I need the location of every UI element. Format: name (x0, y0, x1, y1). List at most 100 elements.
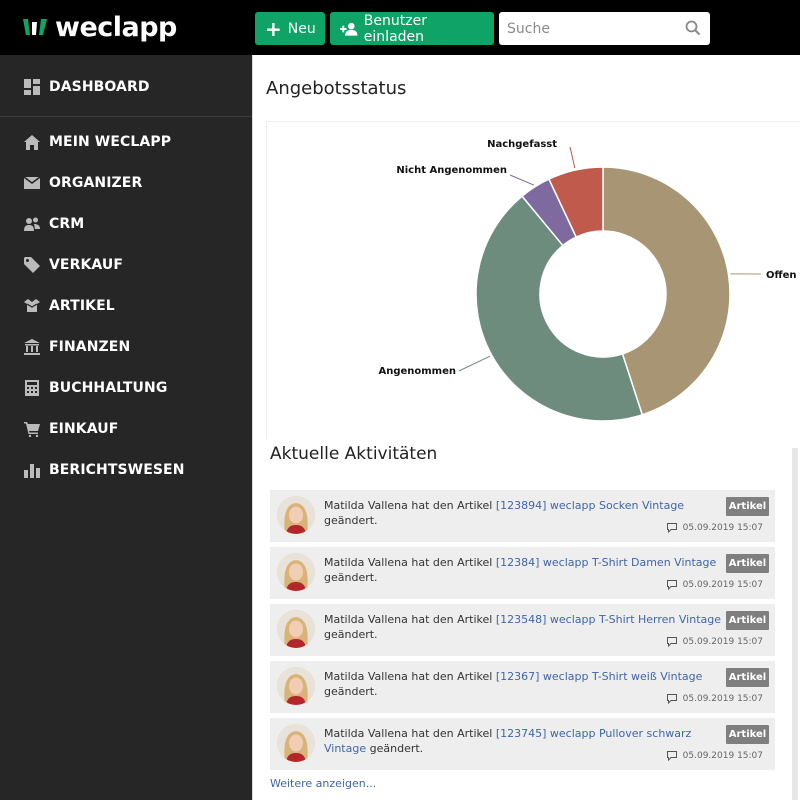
article-link[interactable]: [12384] weclapp T-Shirt Damen Vintage (496, 556, 716, 569)
avatar[interactable] (277, 553, 315, 591)
sidebar-item-label: BUCHHALTUNG (49, 380, 168, 396)
sidebar-border (252, 55, 253, 800)
new-button-label: Neu (287, 20, 316, 37)
activity-timestamp: 05.09.2019 15:07 (666, 523, 763, 533)
sidebar-item-crm[interactable]: CRM (0, 209, 252, 239)
comment-icon[interactable] (666, 523, 677, 533)
bar-chart-icon (24, 462, 40, 478)
avatar[interactable] (277, 724, 315, 762)
activity-prefix: Matilda Vallena hat den Artikel (324, 727, 496, 740)
activity-row: Matilda Vallena hat den Artikel [12367] … (270, 661, 775, 713)
comment-icon[interactable] (666, 751, 677, 761)
activity-type-badge: Artikel (726, 611, 769, 630)
cart-icon (24, 421, 40, 437)
activity-prefix: Matilda Vallena hat den Artikel (324, 670, 496, 683)
dashboard-icon (24, 79, 40, 95)
sidebar-item-label: ARTIKEL (49, 298, 115, 314)
sidebar-item-label: CRM (49, 216, 85, 232)
scrollbar-track[interactable] (792, 448, 798, 800)
sidebar-item-buchhaltung[interactable]: BUCHHALTUNG (0, 373, 252, 403)
show-more-link[interactable]: Weitere anzeigen... (270, 777, 376, 790)
box-icon (24, 298, 40, 314)
contacts-icon (24, 216, 40, 232)
activities-title: Aktuelle Aktivitäten (270, 444, 438, 464)
app-logo[interactable]: weclapp (22, 10, 177, 44)
activity-text: Matilda Vallena hat den Artikel [123894]… (324, 498, 724, 528)
slice-label: Offen (766, 270, 797, 281)
activity-suffix: geändert. (324, 628, 378, 641)
bank-icon (24, 339, 40, 355)
activity-text: Matilda Vallena hat den Artikel [123745]… (324, 726, 724, 756)
timestamp-text: 05.09.2019 15:07 (682, 751, 763, 761)
article-link[interactable]: [12367] weclapp T-Shirt weiß Vintage (496, 670, 703, 683)
activity-row: Matilda Vallena hat den Artikel [12384] … (270, 547, 775, 599)
search-box (499, 12, 710, 45)
activity-type-badge: Artikel (726, 668, 769, 687)
comment-icon[interactable] (666, 637, 677, 647)
sidebar-item-label: BERICHTSWESEN (49, 462, 185, 478)
home-icon (24, 134, 40, 150)
activity-suffix: geändert. (366, 742, 424, 755)
activity-timestamp: 05.09.2019 15:07 (666, 637, 763, 647)
activity-type-badge: Artikel (726, 554, 769, 573)
invite-button-label: Benutzer einladen (363, 12, 427, 45)
avatar[interactable] (277, 496, 315, 534)
sidebar-item-finanzen[interactable]: FINANZEN (0, 332, 252, 362)
invite-user-button[interactable]: Benutzer einladen (330, 12, 494, 45)
activity-timestamp: 05.09.2019 15:07 (666, 694, 763, 704)
article-link[interactable]: [123894] weclapp Socken Vintage (496, 499, 684, 512)
logo-mark-icon (23, 19, 47, 35)
leader-line (569, 146, 576, 169)
leader-line (509, 174, 535, 186)
sidebar-divider (0, 116, 252, 117)
sidebar-item-einkauf[interactable]: EINKAUF (0, 414, 252, 444)
comment-icon[interactable] (666, 694, 677, 704)
comment-icon[interactable] (666, 580, 677, 590)
logo-text: weclapp (55, 11, 177, 43)
activity-suffix: geändert. (324, 514, 378, 527)
calculator-icon (24, 380, 40, 396)
timestamp-text: 05.09.2019 15:07 (682, 523, 763, 533)
sidebar-item-label: EINKAUF (49, 421, 119, 437)
activity-prefix: Matilda Vallena hat den Artikel (324, 556, 496, 569)
new-button[interactable]: + Neu (255, 12, 325, 45)
leader-line (458, 355, 491, 372)
activity-suffix: geändert. (324, 685, 378, 698)
activity-prefix: Matilda Vallena hat den Artikel (324, 499, 496, 512)
search-icon[interactable] (685, 20, 701, 36)
activity-type-badge: Artikel (726, 725, 769, 744)
sidebar-item-dashboard[interactable]: DASHBOARD (0, 72, 252, 102)
sidebar-item-organizer[interactable]: ORGANIZER (0, 168, 252, 198)
plus-icon: + (265, 16, 282, 41)
sidebar-item-label: FINANZEN (49, 339, 131, 355)
timestamp-text: 05.09.2019 15:07 (682, 694, 763, 704)
activity-text: Matilda Vallena hat den Artikel [12367] … (324, 669, 724, 699)
activity-suffix: geändert. (324, 571, 378, 584)
timestamp-text: 05.09.2019 15:07 (682, 580, 763, 590)
sidebar-item-mein-weclapp[interactable]: MEIN WECLAPP (0, 127, 252, 157)
activity-row: Matilda Vallena hat den Artikel [123548]… (270, 604, 775, 656)
avatar[interactable] (277, 667, 315, 705)
activity-type-badge: Artikel (726, 497, 769, 516)
slice-label: Nachgefasst (487, 139, 557, 150)
sidebar-item-label: MEIN WECLAPP (49, 134, 172, 150)
activity-prefix: Matilda Vallena hat den Artikel (324, 613, 496, 626)
sidebar-item-label: VERKAUF (49, 257, 124, 273)
envelope-icon (24, 175, 40, 191)
sidebar-item-artikel[interactable]: ARTIKEL (0, 291, 252, 321)
add-user-icon (340, 22, 358, 36)
page-title: Angebotsstatus (266, 78, 407, 99)
timestamp-text: 05.09.2019 15:07 (682, 637, 763, 647)
tag-icon (24, 257, 40, 273)
search-input[interactable] (507, 13, 687, 44)
article-link[interactable]: [123548] weclapp T-Shirt Herren Vintage (496, 613, 721, 626)
avatar[interactable] (277, 610, 315, 648)
sidebar-item-verkauf[interactable]: VERKAUF (0, 250, 252, 280)
donut-chart: Offen Angenommen Nicht Angenommen Nachgefas… (378, 139, 797, 422)
sidebar-item-label: DASHBOARD (49, 79, 150, 95)
slice-label: Nicht Angenommen (396, 165, 507, 176)
sidebar-item-berichtswesen[interactable]: BERICHTSWESEN (0, 455, 252, 485)
activity-row: Matilda Vallena hat den Artikel [123894]… (270, 490, 775, 542)
activity-text: Matilda Vallena hat den Artikel [123548]… (324, 612, 724, 642)
slice-label: Angenommen (378, 366, 456, 377)
